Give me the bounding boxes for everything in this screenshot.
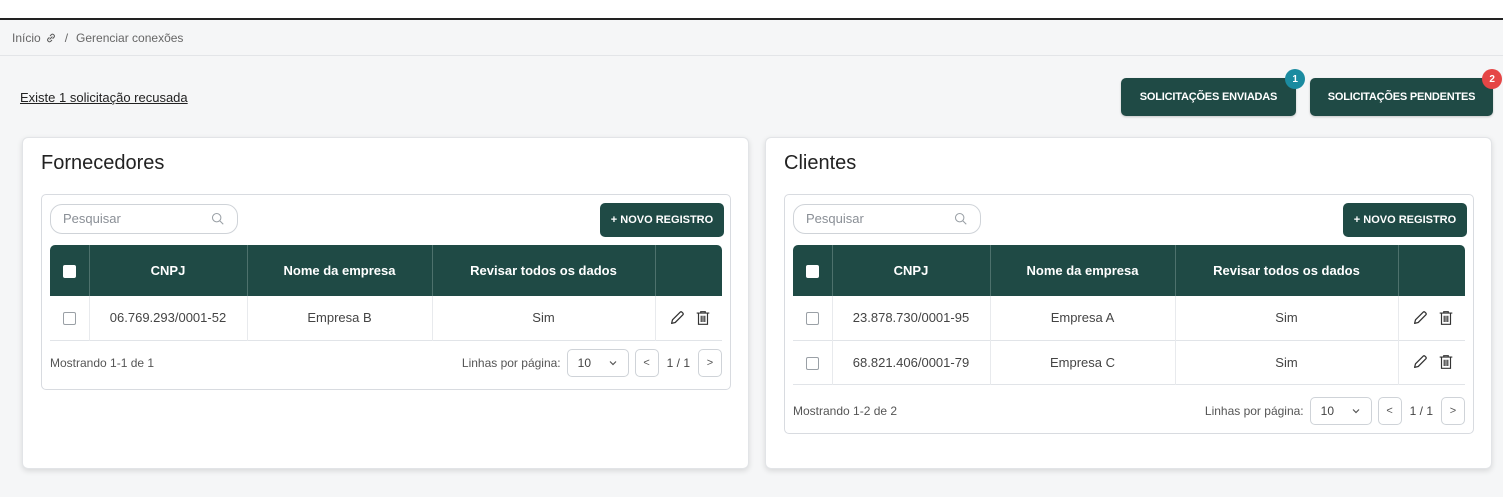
next-page-button[interactable]: >	[1441, 397, 1465, 425]
sent-requests-label: SOLICITAÇÕES ENVIADAS	[1139, 91, 1278, 103]
review-cell: Sim	[432, 296, 656, 340]
column-header[interactable]: Nome da empresa	[247, 245, 433, 296]
suppliers-new-button[interactable]: + NOVO REGISTRO	[600, 203, 724, 237]
table-header: CNPJ Nome da empresa Revisar todos os da…	[793, 245, 1465, 296]
row-checkbox-cell	[793, 296, 833, 340]
prev-page-button[interactable]: <	[634, 349, 659, 377]
cnpj-cell: 23.878.730/0001-95	[832, 296, 991, 340]
table-row: 23.878.730/0001-95 Empresa A Sim	[793, 296, 1465, 340]
row-checkbox-cell	[50, 296, 90, 340]
breadcrumb: Início / Gerenciar conexões	[0, 20, 1503, 56]
sent-requests-badge: 1	[1285, 69, 1305, 89]
select-all-header	[793, 245, 833, 296]
clients-table: CNPJ Nome da empresa Revisar todos os da…	[793, 245, 1465, 385]
edit-icon[interactable]	[668, 309, 686, 327]
row-checkbox[interactable]	[805, 356, 819, 370]
breadcrumb-current: Gerenciar conexões	[76, 30, 184, 45]
column-header[interactable]: CNPJ	[832, 245, 991, 296]
actions-cell	[655, 296, 722, 340]
actions-cell	[1398, 296, 1465, 340]
company-name-cell: Empresa C	[990, 340, 1176, 384]
delete-icon[interactable]	[694, 309, 712, 327]
table-row: 68.821.406/0001-79 Empresa C Sim	[793, 340, 1465, 384]
suppliers-card: Fornecedores + NOVO REGISTRO CNPJ Nome d…	[22, 137, 749, 469]
suppliers-search-input[interactable]	[63, 211, 203, 226]
refused-request-link[interactable]: Existe 1 solicitação recusada	[20, 90, 188, 105]
breadcrumb-separator: /	[64, 30, 69, 45]
rows-per-page-value: 10	[1320, 404, 1334, 418]
table-row: 06.769.293/0001-52 Empresa B Sim	[50, 296, 722, 340]
company-name-cell: Empresa B	[247, 296, 433, 340]
rows-per-page-value: 10	[577, 356, 591, 370]
suppliers-table-container: + NOVO REGISTRO CNPJ Nome da empresa Rev…	[41, 194, 731, 390]
pending-requests-badge: 2	[1482, 69, 1502, 89]
pending-requests-button[interactable]: SOLICITAÇÕES PENDENTES 2	[1310, 69, 1502, 116]
suppliers-title: Fornecedores	[41, 152, 165, 174]
actions-header	[655, 245, 722, 296]
actions-cell	[1398, 340, 1465, 384]
breadcrumb-home[interactable]: Início	[12, 31, 41, 45]
delete-icon[interactable]	[1437, 353, 1455, 371]
rows-per-page-select[interactable]: 10	[566, 349, 629, 377]
clients-title: Clientes	[784, 152, 857, 174]
page-indicator: 1 / 1	[1409, 404, 1433, 418]
showing-text: Mostrando 1-1 de 1	[50, 356, 155, 370]
delete-icon[interactable]	[1437, 309, 1455, 327]
clients-search	[793, 204, 981, 234]
clients-table-container: + NOVO REGISTRO CNPJ Nome da empresa Rev…	[784, 194, 1474, 434]
suppliers-search	[50, 204, 238, 234]
sent-requests-button[interactable]: SOLICITAÇÕES ENVIADAS 1	[1121, 69, 1305, 116]
chevron-down-icon	[1352, 409, 1360, 414]
table-header: CNPJ Nome da empresa Revisar todos os da…	[50, 245, 722, 296]
pending-requests-label: SOLICITAÇÕES PENDENTES	[1327, 91, 1476, 103]
row-checkbox[interactable]	[805, 312, 819, 326]
next-page-button[interactable]: >	[698, 349, 722, 377]
column-header[interactable]: CNPJ	[89, 245, 248, 296]
edit-icon[interactable]	[1411, 309, 1429, 327]
showing-text: Mostrando 1-2 de 2	[793, 404, 898, 418]
link-icon[interactable]	[45, 32, 57, 44]
cnpj-cell: 06.769.293/0001-52	[89, 296, 248, 340]
suppliers-pagination: Mostrando 1-1 de 1 Linhas por página: 10…	[50, 343, 722, 383]
clients-card: Clientes + NOVO REGISTRO CNPJ Nome da em…	[765, 137, 1492, 469]
prev-page-button[interactable]: <	[1377, 397, 1402, 425]
clients-search-input[interactable]	[806, 211, 946, 226]
page-indicator: 1 / 1	[666, 356, 690, 370]
rows-per-page-label: Linhas por página:	[461, 356, 561, 370]
column-header[interactable]: Revisar todos os dados	[1175, 245, 1399, 296]
column-header[interactable]: Revisar todos os dados	[432, 245, 656, 296]
column-header[interactable]: Nome da empresa	[990, 245, 1176, 296]
select-all-checkbox[interactable]	[805, 265, 819, 279]
review-cell: Sim	[1175, 296, 1399, 340]
chevron-down-icon	[609, 361, 617, 366]
actions-header	[1398, 245, 1465, 296]
clients-pagination: Mostrando 1-2 de 2 Linhas por página: 10…	[793, 391, 1465, 431]
select-all-checkbox[interactable]	[62, 265, 76, 279]
clients-new-button[interactable]: + NOVO REGISTRO	[1343, 203, 1467, 237]
suppliers-table: CNPJ Nome da empresa Revisar todos os da…	[50, 245, 722, 341]
company-name-cell: Empresa A	[990, 296, 1176, 340]
edit-icon[interactable]	[1411, 353, 1429, 371]
top-bar	[0, 0, 1503, 20]
search-icon[interactable]	[954, 212, 968, 226]
search-icon[interactable]	[211, 212, 225, 226]
select-all-header	[50, 245, 90, 296]
row-checkbox[interactable]	[62, 312, 76, 326]
row-checkbox-cell	[793, 340, 833, 384]
rows-per-page-label: Linhas por página:	[1204, 404, 1304, 418]
cnpj-cell: 68.821.406/0001-79	[832, 340, 991, 384]
rows-per-page-select[interactable]: 10	[1309, 397, 1372, 425]
review-cell: Sim	[1175, 340, 1399, 384]
